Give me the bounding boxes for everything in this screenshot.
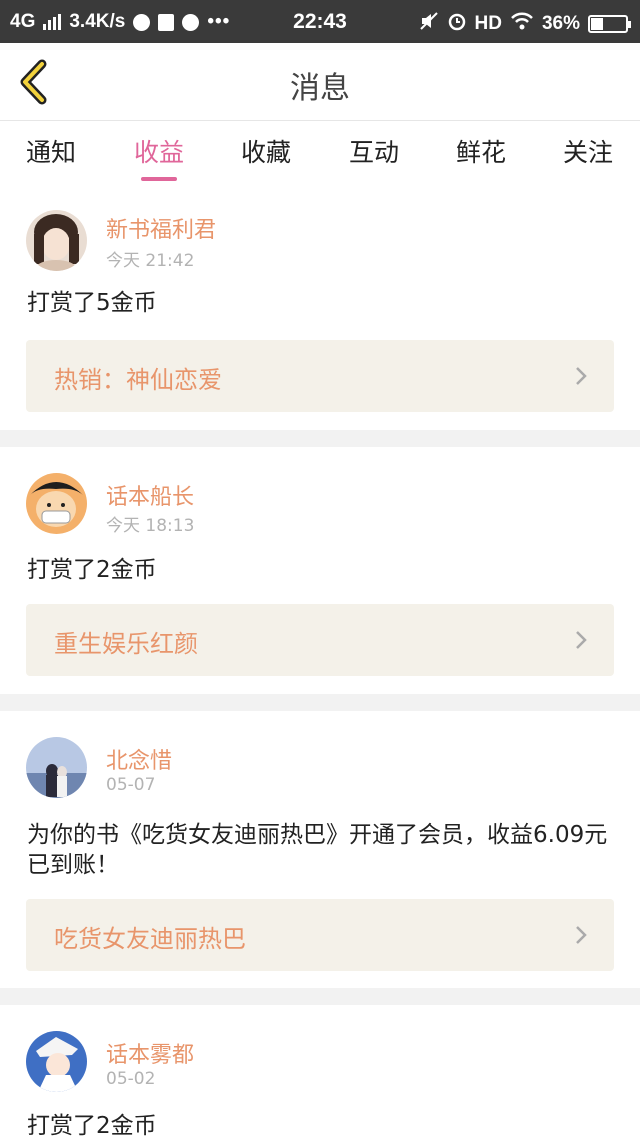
book-link[interactable]: 重生娱乐红颜 — [26, 604, 614, 676]
tab-bar: 通知 收益 收藏 互动 鲜花 关注 — [0, 120, 640, 188]
sender-name[interactable]: 北念惜 — [106, 743, 172, 775]
page-title: 消息 — [290, 71, 350, 106]
book-title: 重生娱乐红颜 — [54, 630, 198, 658]
status-right: HD 36% — [419, 11, 631, 37]
message-time: 今天 18:13 — [106, 516, 195, 536]
hd-label: HD — [474, 13, 502, 34]
tab-earnings[interactable]: 收益 — [119, 133, 199, 181]
avatar[interactable] — [26, 210, 87, 271]
message-card: 话本船长 今天 18:13 打赏了2金币 重生娱乐红颜 — [0, 447, 640, 694]
chevron-right-icon — [576, 367, 587, 385]
message-card: 北念惜 05-07 为你的书《吃货女友迪丽热巴》开通了会员，收益6.09元已到账… — [0, 711, 640, 988]
message-time: 05-07 — [106, 775, 156, 795]
message-time: 05-02 — [106, 1069, 156, 1089]
sender-name[interactable]: 话本船长 — [106, 479, 194, 511]
wifi-icon — [510, 12, 534, 36]
book-link[interactable]: 吃货女友迪丽热巴 — [26, 899, 614, 971]
message-text: 打赏了2金币 — [27, 1113, 157, 1138]
chevron-right-icon — [576, 926, 587, 944]
message-time: 今天 21:42 — [106, 251, 195, 271]
battery-percent: 36% — [541, 13, 580, 34]
header-bar: 消息 — [0, 43, 640, 120]
message-text: 为你的书《吃货女友迪丽热巴》开通了会员，收益6.09元已到账！ — [27, 822, 608, 878]
message-text: 打赏了2金币 — [27, 557, 157, 583]
avatar[interactable] — [26, 1031, 87, 1092]
tab-follows[interactable]: 关注 — [548, 133, 628, 169]
alarm-icon — [447, 11, 467, 37]
battery-icon — [588, 15, 631, 33]
tab-favorites[interactable]: 收藏 — [226, 133, 306, 169]
status-bar: 4G 3.4K/s ••• 22:43 HD 36% — [0, 0, 640, 43]
book-title: 吃货女友迪丽热巴 — [54, 925, 246, 953]
book-title: 热销：神仙恋爱 — [54, 366, 222, 394]
chevron-right-icon — [576, 631, 587, 649]
message-text: 打赏了5金币 — [27, 290, 157, 316]
tab-notifications[interactable]: 通知 — [11, 133, 91, 169]
book-link[interactable]: 热销：神仙恋爱 — [26, 340, 614, 412]
sender-name[interactable]: 话本雾都 — [106, 1037, 194, 1069]
message-card: 话本雾都 05-02 打赏了2金币 — [0, 1005, 640, 1138]
mute-icon — [419, 11, 439, 37]
avatar[interactable] — [26, 737, 87, 798]
tab-flowers[interactable]: 鲜花 — [441, 133, 521, 169]
sender-name[interactable]: 新书福利君 — [106, 212, 216, 244]
tab-interactions[interactable]: 互动 — [334, 133, 414, 169]
message-card: 新书福利君 今天 21:42 打赏了5金币 热销：神仙恋爱 — [0, 188, 640, 430]
avatar[interactable] — [26, 473, 87, 534]
